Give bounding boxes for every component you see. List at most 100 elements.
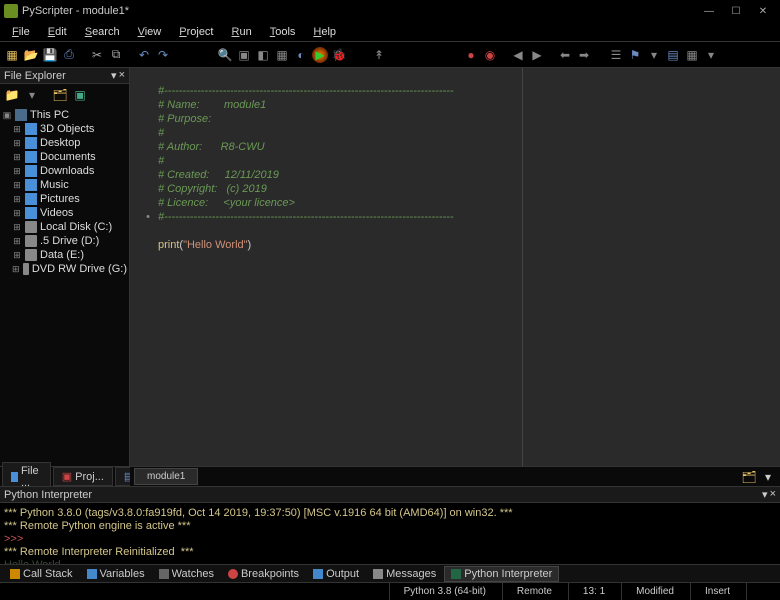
tool1-icon[interactable]: ▣ (236, 47, 252, 63)
tool2-icon[interactable]: ◧ (255, 47, 271, 63)
tree-label: .5 Drive (D:) (40, 235, 99, 247)
menu-help[interactable]: Help (305, 24, 344, 40)
minimize-button[interactable]: — (696, 3, 722, 19)
nav4-icon[interactable]: ➡ (576, 47, 592, 63)
tab-callstack[interactable]: Call Stack (4, 567, 79, 581)
expand-icon[interactable]: ⊞ (12, 250, 22, 261)
expand-icon[interactable]: ⊞ (12, 138, 22, 149)
v5-icon[interactable]: ▦ (684, 47, 700, 63)
tree-item[interactable]: ⊞Local Disk (C:) (2, 220, 127, 234)
file-tree[interactable]: ▣ This PC ⊞3D Objects⊞Desktop⊞Documents⊞… (0, 106, 129, 466)
tab-breakpoints[interactable]: Breakpoints (222, 567, 305, 581)
run-icon[interactable]: ▶ (312, 47, 328, 63)
nav1-icon[interactable]: ◀ (510, 47, 526, 63)
panel-close-icon[interactable]: × (119, 69, 125, 82)
menu-view[interactable]: View (130, 24, 170, 40)
expand-icon[interactable]: ▣ (2, 110, 12, 121)
maximize-button[interactable]: ☐ (723, 3, 749, 19)
folder-icon (25, 151, 37, 163)
folder-icon (25, 207, 37, 219)
tree-item[interactable]: ⊞Music (2, 178, 127, 192)
redo-icon[interactable]: ↷ (155, 47, 171, 63)
v3-icon[interactable]: ▾ (646, 47, 662, 63)
expand-icon[interactable]: ⊞ (12, 194, 22, 205)
fe-view-icon[interactable]: 🗂 (52, 87, 68, 103)
tree-root[interactable]: ▣ This PC (2, 108, 127, 122)
tab-watches[interactable]: Watches (153, 567, 220, 581)
main-area: File Explorer ▾× 📁 ▾ 🗂 ▣ ▣ This PC ⊞3D O… (0, 68, 780, 486)
tree-item[interactable]: ⊞DVD RW Drive (G:) (2, 262, 127, 276)
expand-icon[interactable]: ⊞ (12, 264, 20, 275)
fe-back-icon[interactable]: 📁 (4, 87, 20, 103)
expand-icon[interactable]: ⊞ (12, 152, 22, 163)
menu-edit[interactable]: Edit (40, 24, 75, 40)
expand-icon[interactable]: ⊞ (12, 124, 22, 135)
fe-filter-icon[interactable]: ▣ (72, 87, 88, 103)
search-icon[interactable]: 🔍 (217, 47, 233, 63)
menu-file[interactable]: File (4, 24, 38, 40)
expand-icon[interactable]: ⊞ (12, 208, 22, 219)
expand-icon[interactable]: ⊞ (12, 222, 22, 233)
nav2-icon[interactable]: ▶ (529, 47, 545, 63)
code-content[interactable]: #---------------------------------------… (154, 68, 780, 466)
menu-project[interactable]: Project (171, 24, 221, 40)
tab-list-icon[interactable]: 🗂 (741, 469, 757, 485)
tree-item[interactable]: ⊞Videos (2, 206, 127, 220)
tree-label: Documents (40, 151, 96, 163)
file-explorer-header: File Explorer ▾× (0, 68, 129, 84)
v1-icon[interactable]: ☰ (608, 47, 624, 63)
file-tab-proj[interactable]: ▣Proj... (53, 467, 113, 486)
open-icon[interactable]: 📂 (23, 47, 39, 63)
menu-search[interactable]: Search (77, 24, 128, 40)
expand-icon[interactable]: ⊞ (12, 180, 22, 191)
interpreter-title: Python Interpreter (4, 489, 92, 501)
tab-variables[interactable]: Variables (81, 567, 151, 581)
rec2-icon[interactable]: ◉ (482, 47, 498, 63)
panel-close-icon[interactable]: × (770, 488, 776, 501)
copy-icon[interactable]: ⧉ (108, 47, 124, 63)
tree-item[interactable]: ⊞ .5 Drive (D:) (2, 234, 127, 248)
tree-item[interactable]: ⊞Desktop (2, 136, 127, 150)
nav3-icon[interactable]: ⬅ (557, 47, 573, 63)
status-python: Python 3.8 (64-bit) (389, 583, 500, 600)
folder-icon (25, 137, 37, 149)
v4-icon[interactable]: ▤ (665, 47, 681, 63)
undo-icon[interactable]: ↶ (136, 47, 152, 63)
step-icon[interactable]: ↟ (371, 47, 387, 63)
debug-icon[interactable]: 🐞 (331, 47, 347, 63)
close-button[interactable]: ✕ (750, 3, 776, 19)
editor-split[interactable] (522, 68, 523, 466)
tab-python-interpreter[interactable]: Python Interpreter (444, 566, 559, 582)
file-explorer-toolbar: 📁 ▾ 🗂 ▣ (0, 84, 129, 106)
tool4-icon[interactable]: ◐ (293, 47, 309, 63)
interpreter-output[interactable]: *** Python 3.8.0 (tags/v3.8.0:fa919fd, O… (0, 503, 780, 564)
stack-icon (10, 569, 20, 579)
tree-item[interactable]: ⊞Data (E:) (2, 248, 127, 262)
new-icon[interactable]: ▦ (4, 47, 20, 63)
saveall-icon[interactable]: ⎙ (61, 47, 77, 63)
v2-icon[interactable]: ⚑ (627, 47, 643, 63)
save-icon[interactable]: 💾 (42, 47, 58, 63)
menu-tools[interactable]: Tools (262, 24, 304, 40)
tree-item[interactable]: ⊞Downloads (2, 164, 127, 178)
v6-icon[interactable]: ▾ (703, 47, 719, 63)
menu-run[interactable]: Run (224, 24, 260, 40)
disk-icon (25, 221, 37, 233)
tab-menu-icon[interactable]: ▾ (760, 469, 776, 485)
expand-icon[interactable]: ⊞ (12, 236, 22, 247)
tab-output[interactable]: Output (307, 567, 365, 581)
code-editor[interactable]: • #-------------------------------------… (130, 68, 780, 466)
window-title: PyScripter - module1* (22, 5, 129, 17)
tree-item[interactable]: ⊞ Documents (2, 150, 127, 164)
tree-item[interactable]: ⊞Pictures (2, 192, 127, 206)
editor-tab-module1[interactable]: module1 (134, 468, 198, 485)
panel-dropdown-icon[interactable]: ▾ (111, 69, 117, 82)
rec1-icon[interactable]: ● (463, 47, 479, 63)
tree-item[interactable]: ⊞3D Objects (2, 122, 127, 136)
cut-icon[interactable]: ✂ (89, 47, 105, 63)
panel-dropdown-icon[interactable]: ▾ (762, 488, 768, 501)
fe-up-icon[interactable]: ▾ (24, 87, 40, 103)
tool3-icon[interactable]: ▦ (274, 47, 290, 63)
expand-icon[interactable]: ⊞ (12, 166, 22, 177)
tab-messages[interactable]: Messages (367, 567, 442, 581)
